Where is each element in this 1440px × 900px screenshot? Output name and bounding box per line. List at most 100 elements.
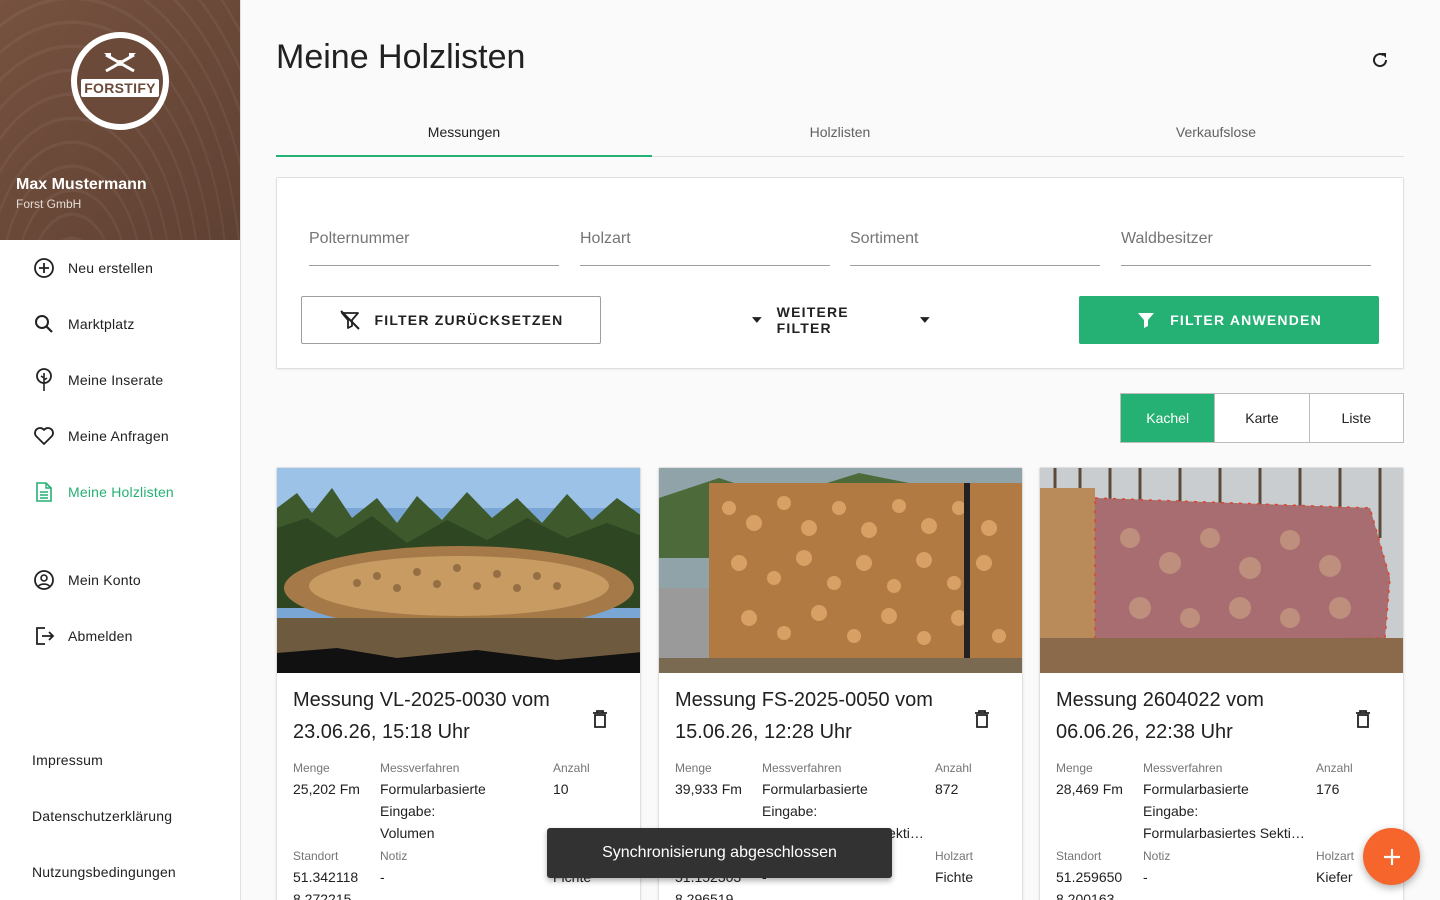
sidebar-item-label: Neu erstellen bbox=[68, 260, 154, 276]
card-title-line-1: Messung 2604022 vom bbox=[1056, 689, 1264, 711]
sidebar-item-label: Meine Inserate bbox=[68, 372, 164, 388]
anzahl-value: 872 bbox=[935, 781, 959, 797]
sidebar-item-label: Abmelden bbox=[68, 628, 133, 644]
sidebar-item-meine-holzlisten[interactable]: Meine Holzlisten bbox=[0, 464, 240, 520]
standort-label: Standort bbox=[293, 849, 339, 863]
delete-button[interactable] bbox=[1352, 708, 1374, 730]
add-fab-button[interactable] bbox=[1363, 828, 1420, 885]
tab-messungen[interactable]: Messungen bbox=[276, 108, 652, 157]
sortiment-field[interactable] bbox=[850, 220, 1100, 266]
page-title: Meine Holzlisten bbox=[276, 38, 526, 76]
sidebar-item-meine-inserate[interactable]: Meine Inserate bbox=[0, 352, 240, 408]
holzart-input[interactable] bbox=[580, 220, 830, 248]
menge-label: Menge bbox=[293, 761, 330, 775]
card-title-line-2: 23.06.26, 15:18 Uhr bbox=[293, 721, 470, 743]
document-list-icon bbox=[33, 481, 55, 503]
view-kachel-button[interactable]: Kachel bbox=[1121, 394, 1215, 442]
sidebar-item-mein-konto[interactable]: Mein Konto bbox=[0, 552, 240, 608]
user-company: Forst GmbH bbox=[16, 197, 82, 211]
anzahl-label: Anzahl bbox=[553, 761, 590, 775]
sidebar-item-label: Meine Anfragen bbox=[68, 428, 169, 444]
anzahl-value: 176 bbox=[1316, 781, 1340, 797]
card-image bbox=[1040, 468, 1403, 673]
filter-off-icon bbox=[339, 310, 360, 330]
card-title-line-1: Messung VL-2025-0030 vom bbox=[293, 689, 550, 711]
holzart-value: Fichte bbox=[935, 869, 974, 885]
snackbar: Synchronisierung abgeschlossen bbox=[547, 828, 892, 878]
messverfahren-line: Volumen bbox=[380, 825, 435, 841]
view-karte-button[interactable]: Karte bbox=[1214, 394, 1308, 442]
nutzungsbedingungen-link[interactable]: Nutzungsbedingungen bbox=[32, 864, 176, 880]
card-image bbox=[659, 468, 1022, 673]
sidebar-item-label: Marktplatz bbox=[68, 316, 135, 332]
anzahl-value: 10 bbox=[553, 781, 569, 797]
messverfahren-line: Formularbasiertes Sekti… bbox=[1143, 825, 1305, 841]
card-title: Messung 2604022 vom 06.06.26, 22:38 Uhr bbox=[1056, 684, 1341, 748]
card-title: Messung FS-2025-0050 vom 15.06.26, 12:28… bbox=[675, 684, 960, 748]
delete-button[interactable] bbox=[589, 708, 611, 730]
refresh-button[interactable] bbox=[1368, 48, 1392, 72]
messverfahren-line: Eingabe: bbox=[1143, 803, 1199, 819]
sidebar-item-meine-anfragen[interactable]: Meine Anfragen bbox=[0, 408, 240, 464]
messverfahren-label: Messverfahren bbox=[762, 761, 842, 775]
card-image bbox=[277, 468, 640, 673]
messverfahren-line: Eingabe: bbox=[380, 803, 436, 819]
sortiment-input[interactable] bbox=[850, 220, 1100, 248]
filter-apply-button[interactable]: FILTER ANWENDEN bbox=[1079, 296, 1379, 344]
standort-lat: 51.342118 bbox=[293, 869, 359, 885]
filter-apply-label: FILTER ANWENDEN bbox=[1170, 312, 1322, 328]
impressum-link[interactable]: Impressum bbox=[32, 752, 103, 768]
polternummer-input[interactable] bbox=[309, 220, 559, 248]
notiz-value: - bbox=[380, 869, 385, 885]
caret-down-icon bbox=[751, 317, 762, 323]
add-circle-icon bbox=[33, 257, 55, 279]
account-circle-icon bbox=[33, 569, 55, 591]
search-icon bbox=[33, 313, 55, 335]
trash-icon bbox=[1356, 710, 1370, 728]
tab-verkaufslose[interactable]: Verkaufslose bbox=[1028, 108, 1404, 156]
sidebar-item-abmelden[interactable]: Abmelden bbox=[0, 608, 240, 664]
standort-value: 51.259650 8.200163 bbox=[1056, 866, 1122, 900]
standort-lon: 8.272215 bbox=[293, 891, 352, 900]
menge-value: 25,202 Fm bbox=[293, 781, 360, 797]
caret-down-icon bbox=[920, 317, 931, 323]
messverfahren-value: Formularbasierte Eingabe: Volumen bbox=[380, 778, 550, 844]
holzart-value: Kiefer bbox=[1316, 869, 1353, 885]
waldbesitzer-field[interactable] bbox=[1121, 220, 1371, 266]
messverfahren-label: Messverfahren bbox=[1143, 761, 1223, 775]
menge-value: 28,469 Fm bbox=[1056, 781, 1123, 797]
view-toggle: Kachel Karte Liste bbox=[1120, 393, 1404, 443]
card-title-line-2: 06.06.26, 22:38 Uhr bbox=[1056, 721, 1233, 743]
measurement-card[interactable]: Messung 2604022 vom 06.06.26, 22:38 Uhr … bbox=[1039, 467, 1404, 900]
waldbesitzer-input[interactable] bbox=[1121, 220, 1371, 248]
sidebar-item-marktplatz[interactable]: Marktplatz bbox=[0, 296, 240, 352]
logout-icon bbox=[33, 625, 55, 647]
delete-button[interactable] bbox=[971, 708, 993, 730]
filter-reset-button[interactable]: FILTER ZURÜCKSETZEN bbox=[301, 296, 601, 344]
trash-icon bbox=[593, 710, 607, 728]
messverfahren-line: Formularbasierte bbox=[380, 781, 486, 797]
tab-holzlisten[interactable]: Holzlisten bbox=[652, 108, 1028, 156]
holzart-label: Holzart bbox=[1316, 849, 1355, 863]
refresh-icon bbox=[1373, 53, 1388, 68]
messverfahren-line: Eingabe: bbox=[762, 803, 818, 819]
notiz-label: Notiz bbox=[380, 849, 408, 863]
card-title: Messung VL-2025-0030 vom 23.06.26, 15:18… bbox=[293, 684, 578, 748]
notiz-label: Notiz bbox=[1143, 849, 1171, 863]
more-filters-button[interactable]: WEITERE FILTER bbox=[751, 296, 931, 344]
view-liste-button[interactable]: Liste bbox=[1308, 394, 1403, 442]
datenschutz-link[interactable]: Datenschutzerklärung bbox=[32, 808, 172, 824]
holzart-field[interactable] bbox=[580, 220, 830, 266]
messverfahren-line: Formularbasierte bbox=[762, 781, 868, 797]
sidebar-item-neu-erstellen[interactable]: Neu erstellen bbox=[0, 240, 240, 296]
holzart-label: Holzart bbox=[935, 849, 974, 863]
standort-lon: 8.200163 bbox=[1056, 891, 1115, 900]
standort-lon: 8.296519 bbox=[675, 891, 734, 900]
menge-label: Menge bbox=[1056, 761, 1093, 775]
more-filters-label: WEITERE FILTER bbox=[776, 304, 849, 336]
crossed-axes-icon bbox=[104, 53, 136, 73]
standort-value: 51.342118 8.272215 bbox=[293, 866, 358, 900]
polternummer-field[interactable] bbox=[309, 220, 559, 266]
forstify-logo[interactable]: FORSTIFY bbox=[71, 32, 169, 130]
filter-icon bbox=[1138, 313, 1155, 328]
